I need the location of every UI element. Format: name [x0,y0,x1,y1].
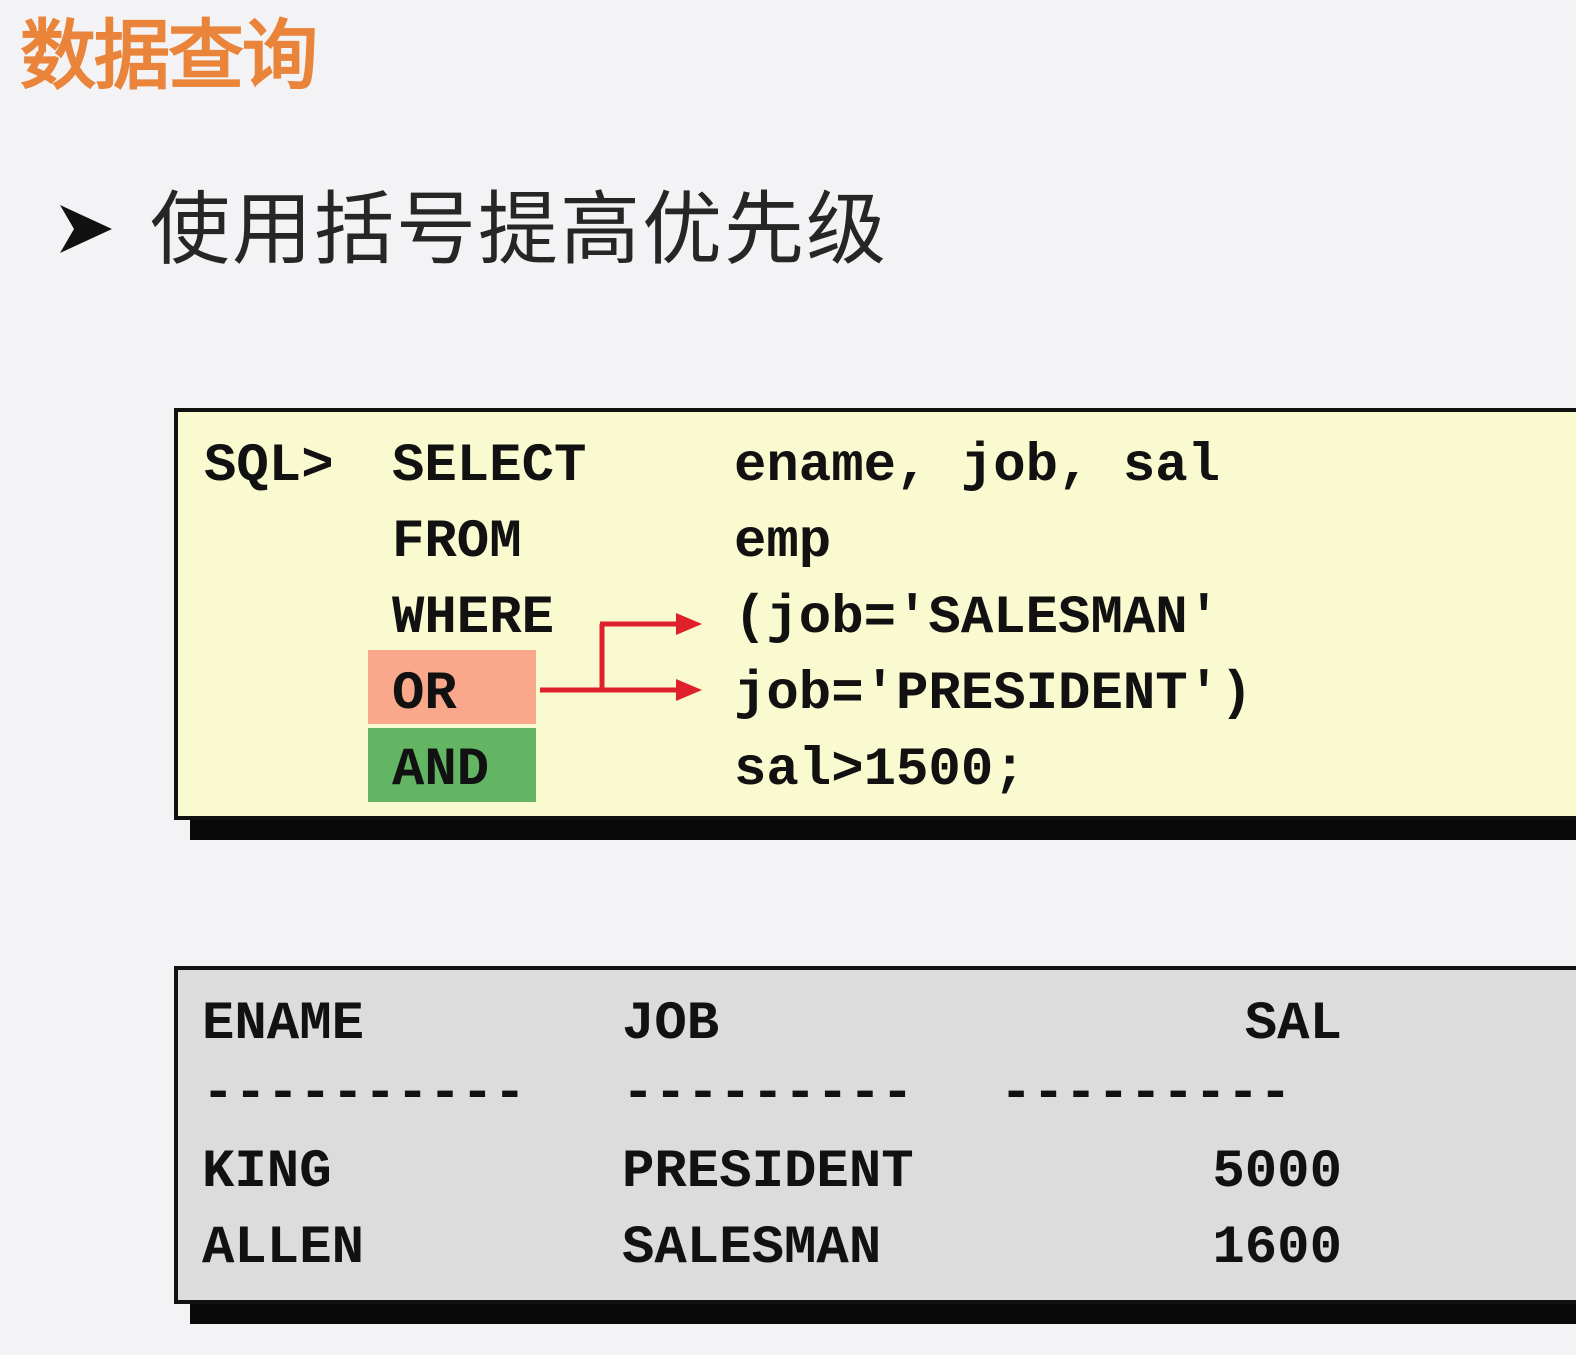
result-separator-job: --------- [622,1064,914,1125]
page-title: 数据查询 [20,11,318,100]
bracket-arrow-icon [540,613,702,701]
result-cell-job: SALESMAN [622,1218,882,1279]
result-cell-ename: ALLEN [202,1218,365,1279]
sql-expr-and: sal>1500; [734,740,1026,801]
sql-keyword-select: SELECT [392,436,587,497]
result-cell-ename: KING [202,1142,332,1203]
sql-prompt: SQL> [204,436,334,497]
bullet-item: 使用括号提高优先级 [56,190,888,270]
result-header-sal: SAL [1244,994,1342,1055]
sql-keyword-or: OR [392,664,457,725]
sql-keyword-and: AND [392,740,490,801]
result-separator-ename: ---------- [202,1064,527,1125]
result-header-job: JOB [622,994,720,1055]
result-cell-sal: 1600 [1212,1218,1342,1279]
sql-expr-where: (job='SALESMAN' [734,588,1221,649]
sql-expr-select: ename, job, sal [734,436,1221,497]
result-cell-job: PRESIDENT [622,1142,914,1203]
result-cell-sal: 5000 [1212,1142,1342,1203]
bullet-text: 使用括号提高优先级 [150,183,888,276]
sql-keyword-from: FROM [392,512,522,573]
result-header-ename: ENAME [202,994,365,1055]
sql-expr-from: emp [734,512,832,573]
sql-expr-or: job='PRESIDENT') [734,664,1253,725]
result-separator-sal: --------- [1000,1064,1292,1125]
arrowhead-bullet-icon [60,205,112,253]
